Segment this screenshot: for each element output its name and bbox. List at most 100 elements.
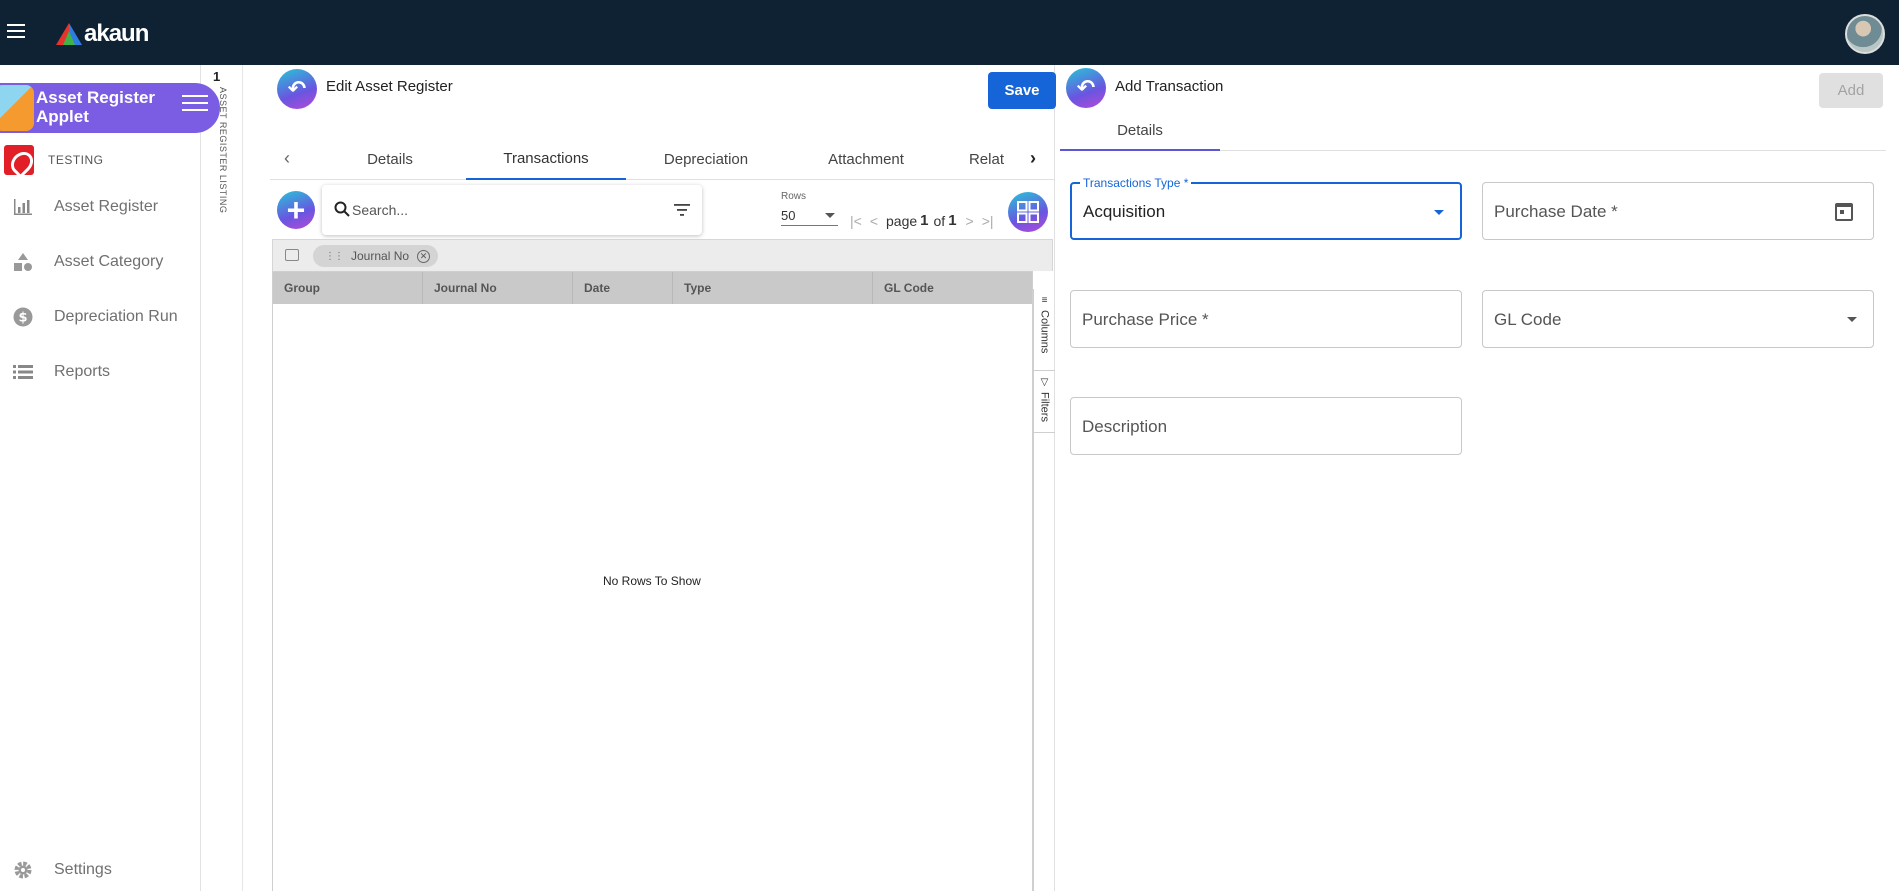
add-button[interactable]: Add bbox=[1819, 73, 1883, 108]
tab-bar: Details bbox=[1060, 111, 1886, 151]
current-page: 1 bbox=[920, 212, 929, 229]
applet-banner: Asset Register Applet bbox=[0, 83, 220, 133]
asset-register-listing-strip[interactable]: 1 ASSET REGISTER LISTING bbox=[201, 65, 243, 891]
total-pages: 1 bbox=[948, 212, 957, 229]
applet-icon bbox=[0, 85, 34, 131]
chevron-right-icon[interactable]: › bbox=[1030, 148, 1036, 169]
collapse-sidebar-icon[interactable] bbox=[182, 95, 208, 119]
pagination: |< < page 1 of 1 > >| bbox=[850, 212, 1002, 229]
rows-per-page: Rows 50 bbox=[781, 191, 838, 226]
dropdown-arrow-icon bbox=[1847, 317, 1857, 322]
akaun-logo[interactable]: akaun bbox=[56, 20, 149, 48]
chevron-left-icon[interactable]: ‹ bbox=[284, 148, 290, 169]
column-header-group[interactable]: Group bbox=[273, 272, 423, 304]
hamburger-menu-icon[interactable] bbox=[7, 24, 25, 38]
add-transaction-panel: ↶ Add Transaction Add Details Transactio… bbox=[1056, 65, 1899, 891]
prev-page-icon[interactable]: < bbox=[870, 213, 878, 229]
sidebar-item-reports[interactable]: Reports bbox=[12, 362, 110, 382]
group-panel-icon bbox=[285, 249, 299, 261]
columns-tool-label: Columns bbox=[1038, 310, 1051, 354]
dropdown-arrow-icon bbox=[1434, 210, 1444, 215]
list-icon bbox=[12, 362, 34, 382]
sidebar-item-settings[interactable]: Settings bbox=[12, 860, 112, 880]
page-word: page bbox=[886, 212, 918, 229]
filter-icon[interactable] bbox=[674, 203, 690, 221]
column-header-type[interactable]: Type bbox=[673, 272, 873, 304]
page-title: Edit Asset Register bbox=[326, 78, 453, 95]
tab-details[interactable]: Details bbox=[1060, 111, 1220, 151]
organization[interactable]: TESTING bbox=[4, 145, 104, 175]
field-placeholder: Description bbox=[1082, 417, 1168, 436]
empty-state-text: No Rows To Show bbox=[603, 574, 701, 588]
column-header-journal-no[interactable]: Journal No bbox=[423, 272, 573, 304]
search-icon bbox=[334, 201, 350, 222]
next-page-icon[interactable]: > bbox=[966, 213, 974, 229]
grid-view-icon bbox=[1017, 201, 1039, 223]
column-header-date[interactable]: Date bbox=[573, 272, 673, 304]
sidebar-item-depreciation-run[interactable]: $ Depreciation Run bbox=[12, 307, 178, 327]
add-transaction-button[interactable]: + bbox=[277, 191, 315, 229]
sidebar-item-asset-register[interactable]: Asset Register bbox=[12, 197, 158, 217]
org-logo-icon bbox=[4, 145, 34, 175]
back-button[interactable]: ↶ bbox=[277, 69, 317, 109]
description-field[interactable]: Description bbox=[1070, 397, 1462, 455]
tab-related[interactable]: Relat bbox=[946, 138, 1004, 180]
columns-tool[interactable]: ≡ Columns bbox=[1034, 289, 1055, 371]
search-box bbox=[322, 185, 702, 235]
purchase-price-field[interactable]: Purchase Price * bbox=[1070, 290, 1462, 348]
sidebar: Asset Register Applet TESTING Asset Regi… bbox=[0, 65, 220, 891]
sidebar-item-label: Reports bbox=[54, 363, 111, 380]
sidebar-item-asset-category[interactable]: Asset Category bbox=[12, 252, 163, 272]
purchase-date-field[interactable]: Purchase Date * bbox=[1482, 182, 1874, 240]
column-header-gl-code[interactable]: GL Code bbox=[873, 272, 1032, 304]
listing-count: 1 bbox=[213, 69, 221, 84]
panel-title: Add Transaction bbox=[1115, 78, 1224, 95]
sidebar-item-label: Asset Register bbox=[54, 198, 159, 215]
of-word: of bbox=[933, 212, 946, 229]
transactions-type-select[interactable]: Transactions Type * Acquisition bbox=[1070, 176, 1462, 240]
tab-transactions[interactable]: Transactions bbox=[466, 138, 626, 180]
grid-view-button[interactable] bbox=[1008, 192, 1048, 232]
tab-depreciation[interactable]: Depreciation bbox=[626, 138, 786, 180]
field-placeholder: Purchase Date * bbox=[1494, 202, 1618, 221]
tab-attachment[interactable]: Attachment bbox=[786, 138, 946, 180]
grid-header: Group Journal No Date Type GL Code bbox=[273, 272, 1032, 304]
svg-text:$: $ bbox=[18, 311, 27, 326]
back-arrow-icon: ↶ bbox=[1076, 75, 1096, 100]
back-button[interactable]: ↶ bbox=[1066, 68, 1106, 108]
brand-name: akaun bbox=[84, 20, 149, 47]
drag-handle-icon[interactable]: ⋮⋮ bbox=[325, 251, 344, 262]
transactions-grid: Group Journal No Date Type GL Code No Ro… bbox=[272, 271, 1033, 891]
filters-tool-label: Filters bbox=[1038, 392, 1051, 422]
back-arrow-icon: ↶ bbox=[287, 76, 307, 101]
field-placeholder: GL Code bbox=[1494, 310, 1562, 329]
last-page-icon[interactable]: >| bbox=[982, 213, 994, 229]
shapes-icon bbox=[12, 252, 34, 272]
field-placeholder: Purchase Price * bbox=[1082, 310, 1209, 329]
group-chip-journal-no[interactable]: ⋮⋮ Journal No ✕ bbox=[313, 245, 439, 267]
remove-chip-icon[interactable]: ✕ bbox=[417, 249, 431, 263]
rows-per-page-select[interactable]: 50 bbox=[781, 204, 838, 226]
calendar-icon[interactable] bbox=[1835, 203, 1853, 221]
top-bar: akaun bbox=[0, 0, 1899, 65]
bar-chart-icon bbox=[12, 197, 34, 217]
akaun-logo-icon bbox=[56, 23, 82, 45]
gl-code-select[interactable]: GL Code bbox=[1482, 290, 1874, 348]
save-button[interactable]: Save bbox=[988, 72, 1056, 109]
columns-icon: ≡ bbox=[1041, 295, 1048, 306]
org-name: TESTING bbox=[48, 153, 104, 167]
funnel-icon: ▽ bbox=[1040, 377, 1049, 388]
applet-title: Asset Register Applet bbox=[36, 88, 156, 126]
sidebar-item-label: Asset Category bbox=[54, 253, 164, 270]
sidebar-item-label: Depreciation Run bbox=[54, 308, 178, 325]
tab-details[interactable]: Details bbox=[310, 138, 470, 180]
sidebar-item-label: Settings bbox=[54, 861, 112, 878]
field-value: Acquisition bbox=[1083, 202, 1166, 221]
row-group-bar: ⋮⋮ Journal No ✕ bbox=[272, 239, 1053, 271]
user-avatar[interactable] bbox=[1845, 14, 1885, 54]
filters-tool[interactable]: ▽ Filters bbox=[1034, 371, 1055, 433]
field-label: Transactions Type * bbox=[1080, 176, 1192, 190]
first-page-icon[interactable]: |< bbox=[850, 213, 862, 229]
tab-bar: ‹ Details Transactions Depreciation Atta… bbox=[270, 138, 1055, 180]
search-input[interactable] bbox=[352, 199, 652, 221]
